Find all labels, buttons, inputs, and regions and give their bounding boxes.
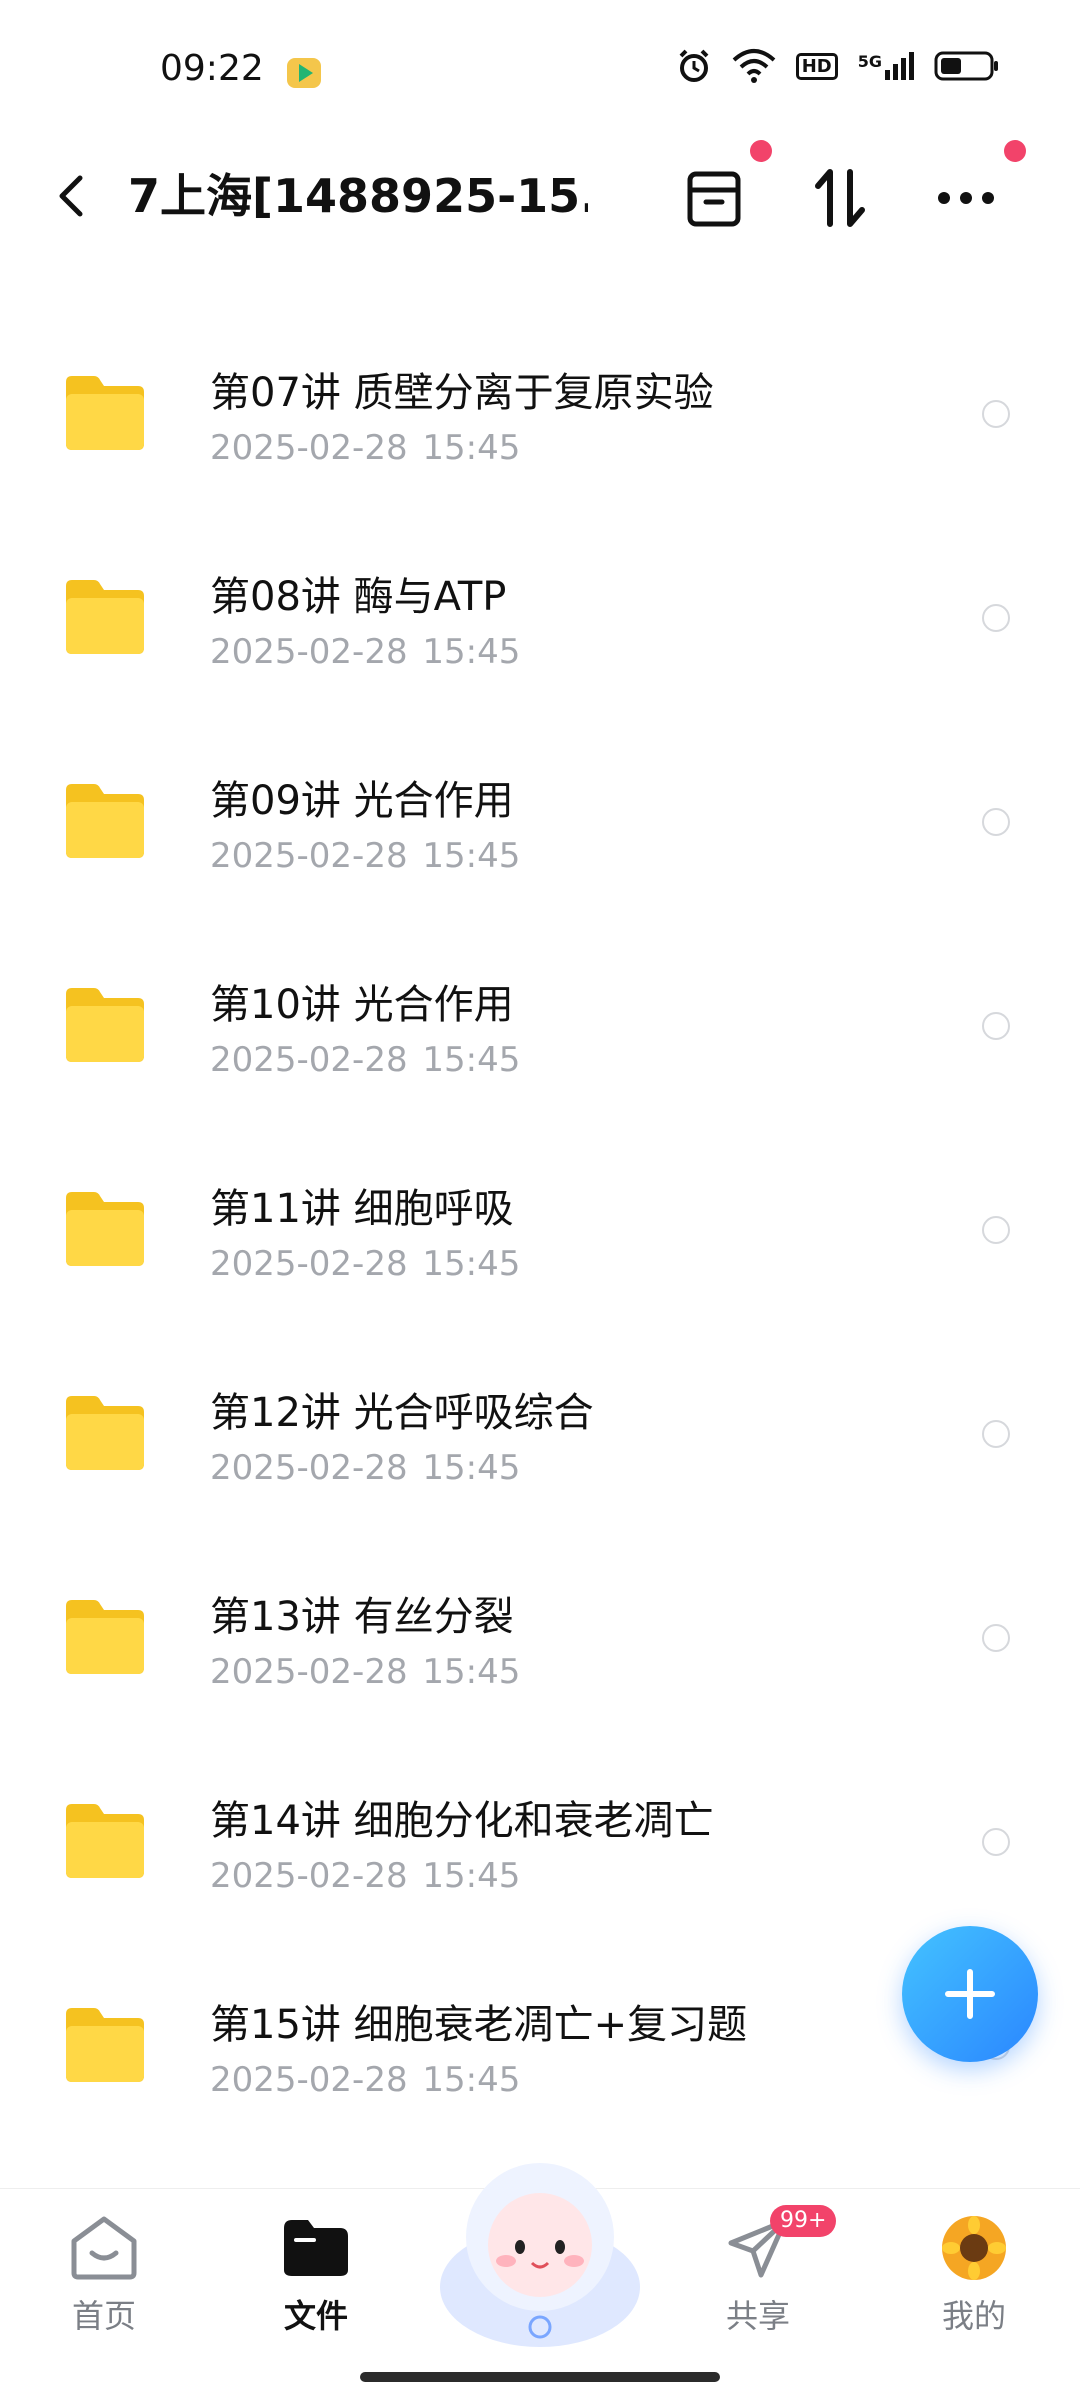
folder-nav-icon: [284, 2220, 348, 2276]
home-icon: [71, 2216, 137, 2280]
folder-name: 第13讲 有丝分裂: [210, 1594, 514, 1640]
folder-date: 2025-02-28 15:45: [210, 428, 521, 468]
more-button[interactable]: [924, 156, 1008, 240]
folder-row[interactable]: 第11讲 细胞呼吸 2025-02-28 15:45: [0, 1122, 1080, 1326]
folder-row[interactable]: 第09讲 光合作用 2025-02-28 15:45: [0, 714, 1080, 918]
folder-icon: [66, 580, 144, 654]
folder-icon: [66, 1804, 144, 1878]
folder-name: 第08讲 酶与ATP: [210, 574, 507, 620]
folder-name: 第07讲 质壁分离于复原实验: [210, 370, 714, 416]
folder-name: 第12讲 光合呼吸综合: [210, 1390, 594, 1436]
folder-icon: [66, 1600, 144, 1674]
nav-mine-label: 我的: [941, 2297, 1006, 2335]
sort-button[interactable]: [798, 156, 882, 240]
more-icon: [938, 192, 994, 204]
share-badge: 99+: [770, 2205, 837, 2237]
folder-date: 2025-02-28 15:45: [210, 1856, 521, 1896]
select-radio[interactable]: [982, 1420, 1010, 1448]
select-radio[interactable]: [982, 1624, 1010, 1652]
folder-row[interactable]: 第14讲 细胞分化和衰老凋亡 2025-02-28 15:45: [0, 1734, 1080, 1938]
folder-row[interactable]: 第10讲 光合作用 2025-02-28 15:45: [0, 918, 1080, 1122]
select-radio[interactable]: [982, 1012, 1010, 1040]
archive-icon: [687, 171, 741, 227]
folder-date: 2025-02-28 15:45: [210, 836, 521, 876]
avatar: [942, 2216, 1006, 2280]
folder-date: 2025-02-28 15:45: [210, 1040, 521, 1080]
select-radio[interactable]: [982, 604, 1010, 632]
folder-icon: [66, 376, 144, 450]
sort-icon: [815, 169, 865, 227]
folder-date: 2025-02-28 15:45: [210, 632, 521, 672]
folder-row[interactable]: 第08讲 酶与ATP 2025-02-28 15:45: [0, 510, 1080, 714]
folder-row[interactable]: 第12讲 光合呼吸综合 2025-02-28 15:45: [0, 1326, 1080, 1530]
add-button[interactable]: [902, 1926, 1038, 2062]
nav-share[interactable]: 99+ 共享: [688, 2205, 837, 2337]
folder-date: 2025-02-28 15:45: [210, 1652, 521, 1692]
nav-home[interactable]: 首页: [34, 2213, 174, 2337]
hd-icon: HD: [795, 52, 838, 80]
nav-files-label: 文件: [283, 2297, 348, 2335]
page-title: 7上海[1488925-15...: [128, 169, 588, 223]
folder-date: 2025-02-28 15:45: [210, 2060, 521, 2100]
alarm-icon: [679, 49, 709, 82]
status-bar: 09:22 HD 5G: [0, 0, 1080, 140]
back-arrow-icon[interactable]: [46, 166, 96, 226]
folder-name: 第14讲 细胞分化和衰老凋亡: [210, 1798, 714, 1844]
assistant-mascot-icon[interactable]: [430, 2137, 650, 2357]
folder-row[interactable]: 第13讲 有丝分裂 2025-02-28 15:45: [0, 1530, 1080, 1734]
folder-row[interactable]: 第07讲 质壁分离于复原实验 2025-02-28 15:45: [0, 306, 1080, 510]
plus-icon: [945, 1969, 995, 2019]
nav-files[interactable]: 文件: [246, 2213, 386, 2337]
folder-icon: [66, 784, 144, 858]
status-time: 09:22: [160, 48, 264, 89]
folder-icon: [66, 2008, 144, 2082]
bottom-nav: 首页 文件 99+ 共享 我的: [0, 2163, 1080, 2401]
archive-button[interactable]: [672, 156, 756, 240]
folder-name: 第15讲 细胞衰老凋亡+复习题: [210, 2002, 748, 2048]
folder-icon: [66, 988, 144, 1062]
folder-date: 2025-02-28 15:45: [210, 1448, 521, 1488]
more-notification-dot: [1004, 140, 1026, 162]
folder-icon: [66, 1396, 144, 1470]
nav-home-label: 首页: [71, 2297, 136, 2335]
nav-mine[interactable]: 我的: [904, 2213, 1044, 2337]
archive-notification-dot: [750, 140, 772, 162]
top-bar: 7上海[1488925-15...: [0, 140, 1080, 250]
select-radio[interactable]: [982, 808, 1010, 836]
app-notification-icon: [287, 58, 321, 88]
signal-icon: 5G: [858, 52, 914, 80]
folder-icon: [66, 1192, 144, 1266]
folder-date: 2025-02-28 15:45: [210, 1244, 521, 1284]
wifi-icon: [732, 49, 776, 83]
nav-share-label: 共享: [725, 2297, 790, 2335]
folder-name: 第11讲 细胞呼吸: [210, 1186, 514, 1232]
battery-icon: [934, 51, 998, 81]
select-radio[interactable]: [982, 400, 1010, 428]
folder-name: 第09讲 光合作用: [210, 778, 514, 824]
home-indicator: [360, 2372, 720, 2382]
select-radio[interactable]: [982, 1216, 1010, 1244]
select-radio[interactable]: [982, 1828, 1010, 1856]
folder-name: 第10讲 光合作用: [210, 982, 514, 1028]
file-list: 第07讲 质壁分离于复原实验 2025-02-28 15:45 第08讲 酶与A…: [0, 306, 1080, 2142]
